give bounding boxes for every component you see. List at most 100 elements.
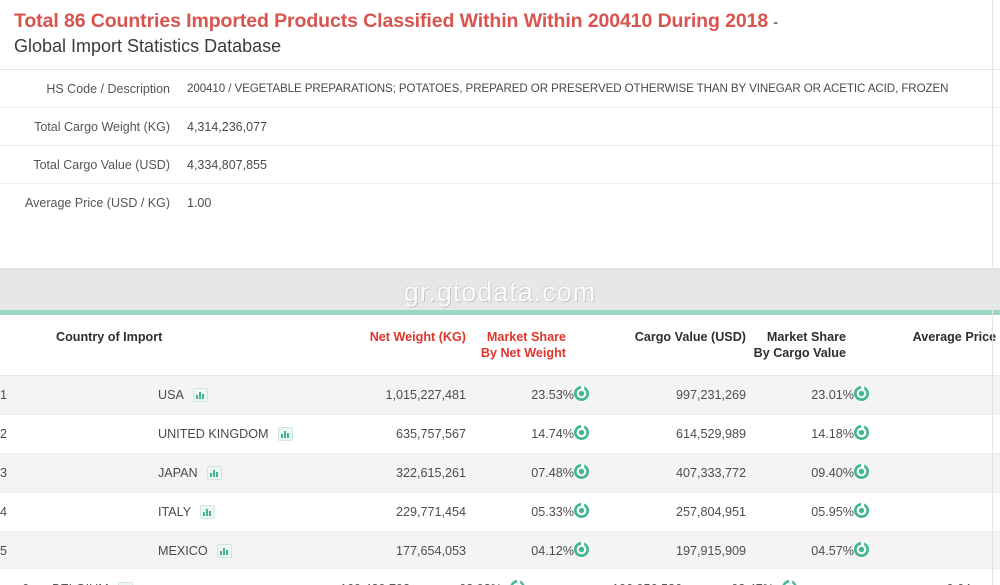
- col-header-spacer-cargo: [854, 315, 876, 376]
- row-cargo-value: 997,231,269: [596, 375, 746, 415]
- country-label: USA: [158, 388, 184, 402]
- col-header-cargo-value[interactable]: Cargo Value (USD): [596, 315, 746, 376]
- row-average-price: 1.26: [876, 453, 1000, 493]
- bar-chart-icon[interactable]: [206, 466, 222, 480]
- col-header-net-weight[interactable]: Net Weight (KG): [316, 315, 466, 376]
- row-net-weight: 229,771,454: [316, 492, 466, 532]
- row-average-price: 0.64: [804, 582, 985, 585]
- bar-chart-icon[interactable]: [216, 544, 232, 558]
- row-net-weight: 635,757,567: [316, 414, 466, 454]
- summary-label-total-value: Total Cargo Value (USD): [33, 158, 170, 172]
- page-title-text: Total 86 Countries Imported Products Cla…: [14, 10, 769, 32]
- col-header-average-price[interactable]: Average Price (USD/KG): [876, 315, 1000, 376]
- row-share-net: 23.53%: [466, 375, 574, 415]
- watermark-text: gr.gtodata.com: [403, 277, 597, 307]
- col-header-spacer-net: [574, 315, 596, 376]
- donut-chart-icon[interactable]: [854, 492, 876, 532]
- col-header-market-share-net-line2: By Net Weight: [480, 346, 566, 360]
- row-country[interactable]: UNITED KINGDOM: [158, 414, 316, 454]
- row-average-price: 1.12: [876, 492, 1000, 532]
- row-average-price: 1.11: [876, 531, 1000, 571]
- table-row[interactable]: 4 ITALY 229,771,454 05.33% 257,804,951 05.95%…: [0, 492, 1000, 532]
- row-average-price: 0.98: [876, 375, 1000, 415]
- donut-chart-icon[interactable]: [854, 531, 876, 571]
- imports-table: Country of Import Net Weight (KG) Market…: [0, 315, 1000, 571]
- summary-row-total-value: Total Cargo Value (USD) 4,334,807,855: [0, 146, 1000, 184]
- col-header-market-share-cargo[interactable]: Market Share By Cargo Value: [746, 315, 854, 376]
- col-header-market-share-cargo-line2: By Cargo Value: [753, 346, 846, 360]
- donut-chart-icon[interactable]: [854, 453, 876, 493]
- donut-chart-icon[interactable]: [782, 579, 804, 585]
- country-label: JAPAN: [158, 466, 198, 480]
- accent-rule: [0, 310, 1000, 315]
- summary-row-hs-code: HS Code / Description 200410 / VEGETABLE…: [0, 70, 1000, 108]
- imports-table-body: 1 USA 1,015,227,481 23.53% 997,231,269 23.01%…: [0, 375, 1000, 571]
- summary-label-hs-code: HS Code / Description: [46, 82, 170, 96]
- row-net-weight: 1,015,227,481: [316, 375, 466, 415]
- row-share-cargo: 14.18%: [746, 414, 854, 454]
- summary-label-total-weight: Total Cargo Weight (KG): [34, 120, 170, 134]
- row-rank: 3: [0, 453, 158, 493]
- row-country[interactable]: JAPAN: [158, 453, 316, 493]
- donut-chart-icon[interactable]: [510, 579, 532, 585]
- row-cargo-value: 106,956,586: [532, 582, 682, 585]
- watermark-band: gr.gtodata.com: [0, 269, 1000, 315]
- row-cargo-value: 257,804,951: [596, 492, 746, 532]
- row-share-cargo: 05.95%: [746, 492, 854, 532]
- row-cargo-value: 614,529,989: [596, 414, 746, 454]
- col-header-country[interactable]: Country of Import: [0, 315, 316, 376]
- col-header-market-share-net-line1: Market Share: [486, 330, 566, 344]
- row-country[interactable]: MEXICO: [158, 531, 316, 571]
- row-rank: 1: [0, 375, 158, 415]
- donut-chart-icon[interactable]: [574, 531, 596, 571]
- country-label: UNITED KINGDOM: [158, 427, 269, 441]
- row-share-cargo: 09.40%: [746, 453, 854, 493]
- imports-table-head: Country of Import Net Weight (KG) Market…: [0, 315, 1000, 376]
- summary-value-total-value: 4,334,807,855: [187, 158, 267, 172]
- summary-value-average-price: 1.00: [187, 196, 212, 210]
- summary-row-average-price: Average Price (USD / KG) 1.00: [0, 184, 1000, 222]
- row-net-weight: 322,615,261: [316, 453, 466, 493]
- table-row[interactable]: 3 JAPAN 322,615,261 07.48% 407,333,772 09.40%…: [0, 453, 1000, 493]
- page-header: Total 86 Countries Imported Products Cla…: [0, 0, 1000, 70]
- page-title-dash: -: [773, 14, 779, 31]
- donut-chart-icon[interactable]: [574, 414, 596, 454]
- col-header-market-share-net[interactable]: Market Share By Net Weight: [466, 315, 574, 376]
- row-rank: 2: [0, 414, 158, 454]
- summary-value-total-weight: 4,314,236,077: [187, 120, 267, 134]
- row-share-net: 04.12%: [466, 531, 574, 571]
- row-share-net: 03.93%: [410, 582, 510, 585]
- bar-chart-icon[interactable]: [192, 388, 208, 402]
- table-header-row: Country of Import Net Weight (KG) Market…: [0, 315, 1000, 376]
- row-country[interactable]: USA: [158, 375, 316, 415]
- row-average-price: 0.97: [876, 414, 1000, 454]
- content-right-border: [992, 0, 993, 585]
- row-share-net: 05.33%: [466, 492, 574, 532]
- country-label: MEXICO: [158, 544, 208, 558]
- table-row[interactable]: 5 MEXICO 177,654,053 04.12% 197,915,909 04.57…: [0, 531, 1000, 571]
- table-row[interactable]: 1 USA 1,015,227,481 23.53% 997,231,269 23.01%…: [0, 375, 1000, 415]
- row-cargo-value: 407,333,772: [596, 453, 746, 493]
- bar-chart-icon[interactable]: [200, 505, 216, 519]
- row-net-weight: 177,654,053: [316, 531, 466, 571]
- summary-label-average-price: Average Price (USD / KG): [25, 196, 170, 210]
- bar-chart-icon[interactable]: [277, 427, 293, 441]
- row-cargo-value: 197,915,909: [596, 531, 746, 571]
- bar-chart-icon[interactable]: [117, 581, 133, 585]
- table-row[interactable]: 6 BELGIUM 169,439,792 03.93% 106,956,586…: [0, 568, 1000, 585]
- summary-row-total-weight: Total Cargo Weight (KG) 4,314,236,077: [0, 108, 1000, 146]
- donut-chart-icon[interactable]: [854, 375, 876, 415]
- row-share-cargo: 23.01%: [746, 375, 854, 415]
- donut-chart-icon[interactable]: [854, 414, 876, 454]
- row-country[interactable]: BELGIUM: [52, 582, 260, 585]
- col-header-market-share-cargo-line1: Market Share: [766, 330, 846, 344]
- page-root: Total 86 Countries Imported Products Cla…: [0, 0, 1000, 585]
- donut-chart-icon[interactable]: [574, 453, 596, 493]
- table-row[interactable]: 2 UNITED KINGDOM 635,757,567 14.74% 614,529,…: [0, 414, 1000, 454]
- donut-chart-icon[interactable]: [574, 375, 596, 415]
- country-label: BELGIUM: [52, 582, 109, 585]
- summary-value-hs-code: 200410 / VEGETABLE PREPARATIONS; POTATOE…: [187, 82, 949, 95]
- donut-chart-icon[interactable]: [574, 492, 596, 532]
- row-country[interactable]: ITALY: [158, 492, 316, 532]
- summary-panel: HS Code / Description 200410 / VEGETABLE…: [0, 70, 1000, 269]
